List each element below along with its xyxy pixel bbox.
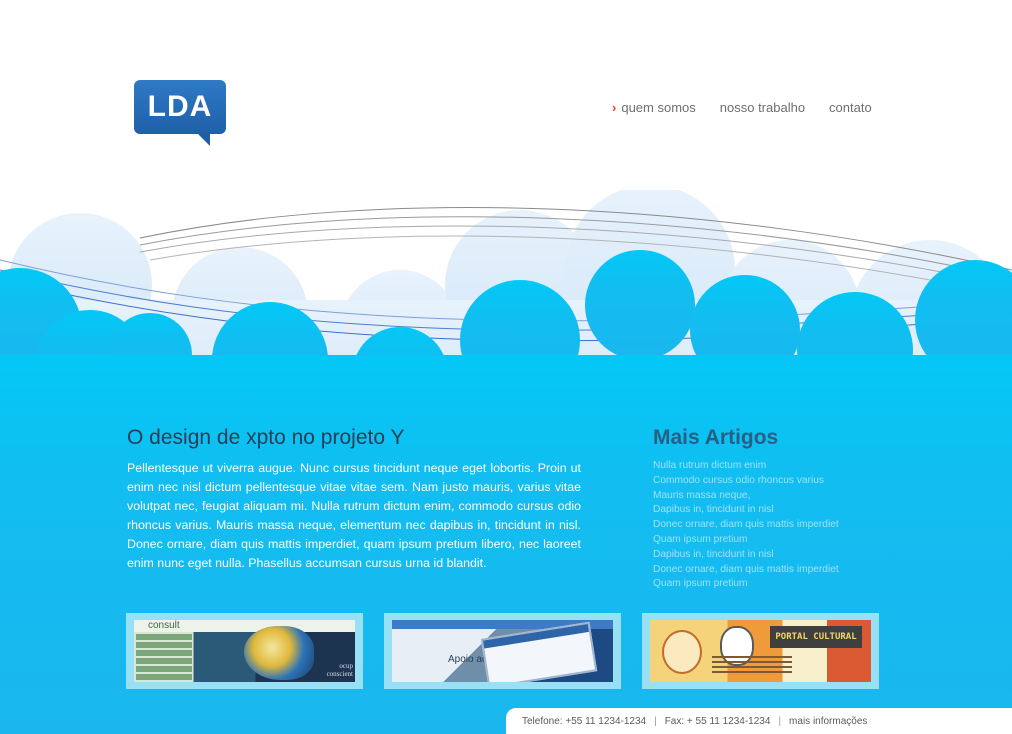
thumb-image: Apoio ao (392, 620, 613, 682)
sidebar-article-link[interactable]: Commodo cursus odio rhoncus varius (653, 474, 839, 489)
portfolio-thumb-portal[interactable]: PORTAL CULTURAL (642, 613, 879, 689)
thumb-site-menu (136, 634, 192, 682)
sidebar-title: Mais Artigos (653, 426, 779, 449)
sidebar-article-link[interactable]: Quam ipsum pretium (653, 577, 839, 592)
thumb-caption-line: ocup (339, 662, 353, 670)
sidebar-article-list: Nulla rutrum dictum enim Commodo cursus … (653, 459, 839, 592)
logo[interactable]: LDA (134, 80, 226, 146)
sidebar-article-link[interactable]: Mauris massa neque, (653, 489, 839, 504)
thumb-caption: ocup conscient (327, 662, 353, 678)
portfolio-thumb-consult[interactable]: consult ocup conscient (126, 613, 363, 689)
thumb-site-header: consult (134, 620, 355, 632)
parrot-image (244, 626, 314, 680)
sidebar-article-link[interactable]: Dapibus in, tincidunt in nisl (653, 548, 839, 563)
nav-item-label: nosso trabalho (719, 100, 806, 115)
thumb-text-lines (712, 656, 792, 676)
footer-contact-bar: Telefone: +55 11 1234-1234 | Fax: + 55 1… (506, 708, 1012, 734)
chevron-right-icon: › (612, 100, 617, 115)
sidebar-article-link[interactable]: Nulla rutrum dictum enim (653, 459, 839, 474)
footer-separator: | (654, 715, 657, 727)
nav-item-label: contato (829, 100, 872, 115)
cartoon-character (662, 630, 702, 674)
portfolio-thumb-apoio[interactable]: Apoio ao (384, 613, 621, 689)
footer-fax: Fax: + 55 11 1234-1234 (664, 715, 771, 727)
more-info-link[interactable]: mais informações (789, 716, 867, 727)
thumb-browser-window (480, 621, 598, 682)
thumb-banner: PORTAL CULTURAL (770, 626, 862, 648)
thumb-image: consult ocup conscient (134, 620, 355, 682)
thumb-caption-line: conscient (326, 670, 353, 678)
sidebar-article-link[interactable]: Donec ornare, diam quis mattis imperdiet (653, 518, 839, 533)
sidebar-article-link[interactable]: Donec ornare, diam quis mattis imperdiet (653, 563, 839, 578)
nav-item-label: quem somos (621, 100, 696, 115)
portfolio-thumbnails: consult ocup conscient Apoio ao PORTAL C… (126, 613, 879, 689)
article-body: Pellentesque ut viverra augue. Nunc curs… (127, 461, 581, 570)
logo-speech-tail (196, 132, 210, 146)
footer-separator: | (778, 715, 782, 727)
sidebar-article-link[interactable]: Dapibus in, tincidunt in nisl (653, 503, 839, 518)
sidebar-article-link[interactable]: Quam ipsum pretium (653, 533, 839, 548)
thumb-image: PORTAL CULTURAL (650, 620, 871, 682)
article-title: O design de xpto no projeto Y (127, 426, 405, 449)
footer-phone: Telefone: +55 11 1234-1234 (522, 715, 647, 727)
nav-item-quem-somos[interactable]: › quem somos (612, 100, 696, 115)
main-navigation: › quem somos nosso trabalho contato (612, 100, 872, 115)
nav-item-nosso-trabalho[interactable]: nosso trabalho (720, 100, 805, 115)
thumb-text: Apoio ao (448, 654, 488, 665)
logo-mark: LDA (134, 80, 226, 134)
nav-item-contato[interactable]: contato (829, 100, 872, 115)
